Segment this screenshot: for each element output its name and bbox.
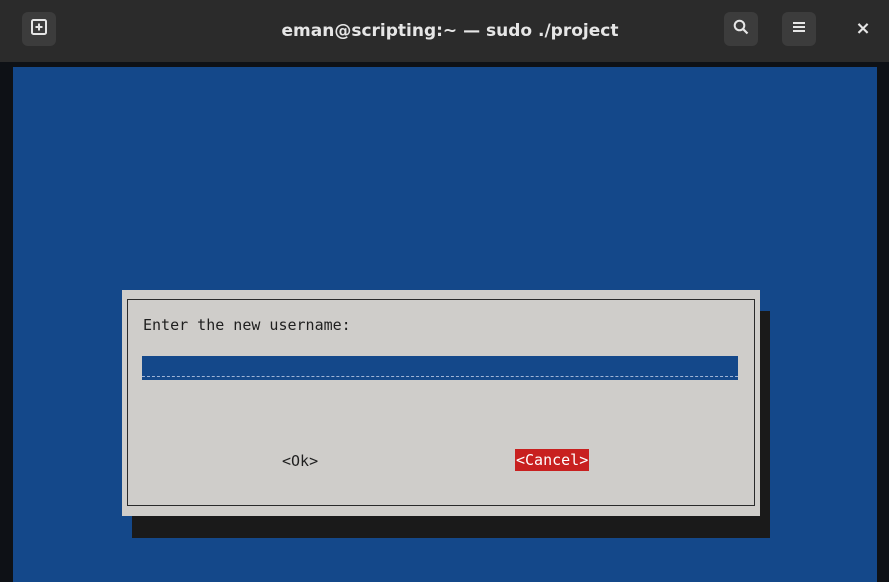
menu-button[interactable] bbox=[782, 12, 816, 46]
dialog-prompt: Enter the new username: bbox=[143, 316, 351, 334]
input-underline bbox=[142, 376, 738, 377]
close-icon: × bbox=[855, 17, 871, 39]
search-icon bbox=[732, 18, 750, 40]
window-title: eman@scripting:~ — sudo ./project bbox=[281, 21, 619, 41]
close-button[interactable]: × bbox=[851, 16, 875, 40]
new-tab-icon bbox=[30, 18, 48, 40]
hamburger-menu-icon bbox=[791, 19, 807, 39]
cancel-button[interactable]: <Cancel> bbox=[515, 449, 590, 471]
input-dialog: Enter the new username: <Ok> <Cancel> bbox=[122, 290, 760, 516]
ok-button[interactable]: <Ok> bbox=[282, 452, 318, 470]
username-input[interactable] bbox=[142, 356, 738, 380]
new-tab-button[interactable] bbox=[22, 12, 56, 46]
title-bar: eman@scripting:~ — sudo ./project × bbox=[0, 0, 889, 62]
search-button[interactable] bbox=[724, 12, 758, 46]
